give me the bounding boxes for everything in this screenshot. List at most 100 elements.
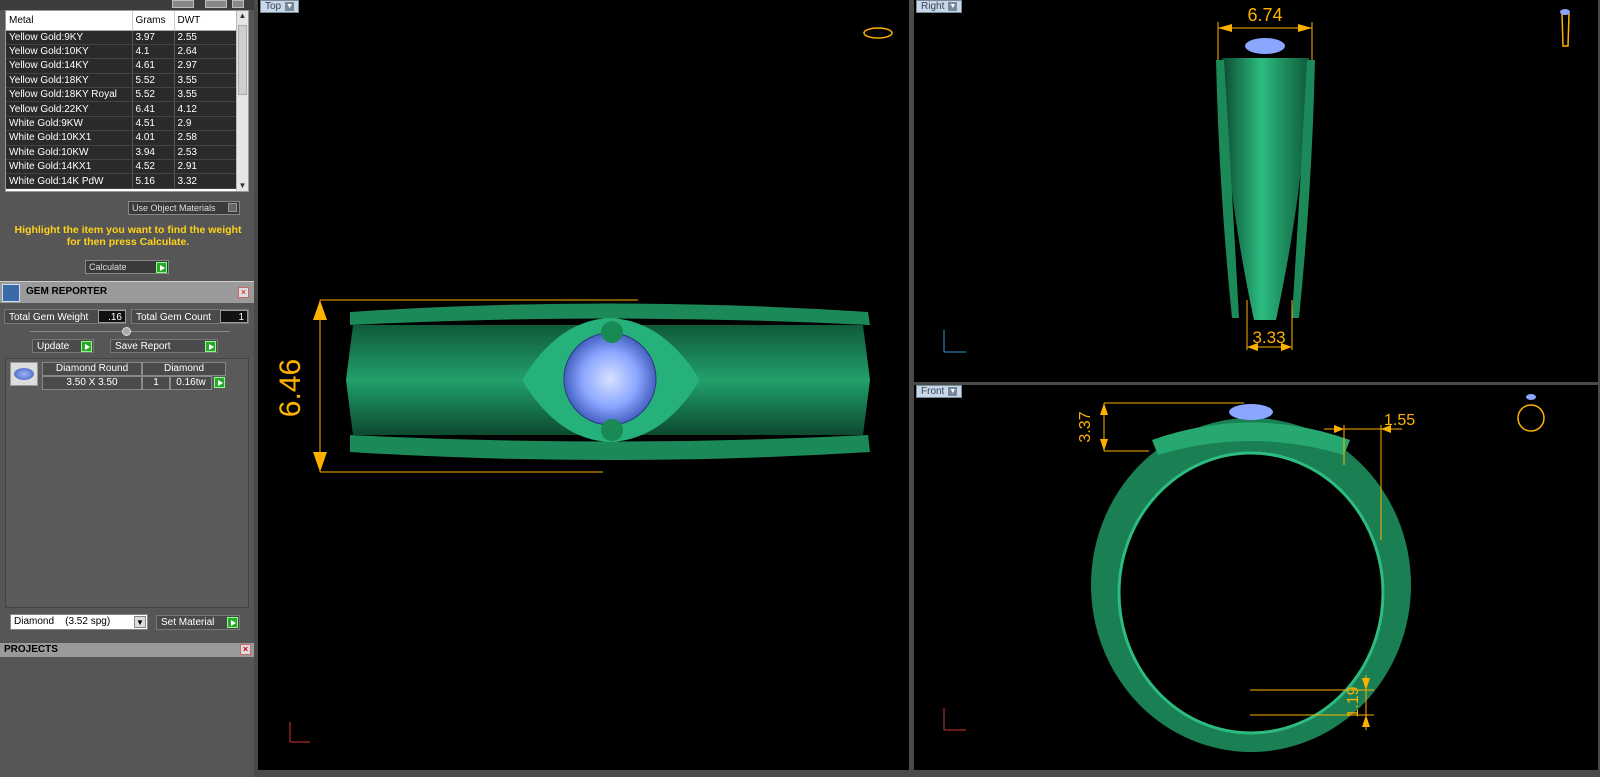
viewport-tab-front[interactable]: Front ▼ xyxy=(916,385,963,398)
dim-label-bottom: 3.33 xyxy=(1252,328,1285,347)
axis-icon xyxy=(943,330,966,353)
dwt-cell: 3.55 xyxy=(174,87,238,103)
play-arrow-icon xyxy=(156,262,167,273)
grams-cell: 6.41 xyxy=(132,101,175,117)
material-select[interactable]: Diamond (3.52 spg) ▼ xyxy=(10,614,148,630)
table-row[interactable]: Yellow Gold:22KY 6.41 4.12 xyxy=(6,101,238,117)
top-view-canvas: 6.46 xyxy=(274,27,893,743)
gem-list[interactable]: Diamond Round Diamond 3.50 X 3.50 1 0.16… xyxy=(5,358,249,608)
viewport-right[interactable]: 6.74 3.33 Right ▼ xyxy=(914,0,1598,382)
table-row[interactable]: Yellow Gold:18KY 5.52 3.55 xyxy=(6,73,238,89)
close-icon[interactable]: × xyxy=(240,644,251,655)
col-header-metal[interactable]: Metal xyxy=(6,11,133,31)
col-header-dwt[interactable]: DWT xyxy=(174,11,238,31)
play-arrow-icon xyxy=(214,377,225,388)
dwt-cell: 2.53 xyxy=(174,145,238,161)
front-view-canvas: 3.37 1.55 1.19 xyxy=(943,394,1545,752)
grams-cell: 3.94 xyxy=(132,145,175,161)
collapse-handle[interactable] xyxy=(122,327,131,336)
table-row[interactable]: White Gold:14KX1 4.52 2.91 xyxy=(6,159,238,175)
play-arrow-icon xyxy=(81,341,92,352)
diamond-gem xyxy=(563,332,657,426)
axis-icon xyxy=(943,708,966,731)
update-button[interactable]: Update xyxy=(32,339,94,353)
set-material-label: Set Material xyxy=(161,617,215,628)
gem-reporter-title: GEM REPORTER xyxy=(26,286,108,297)
use-object-materials-button[interactable]: Use Object Materials xyxy=(128,201,240,215)
ring-front-view xyxy=(1091,404,1411,752)
save-report-button[interactable]: Save Report xyxy=(110,339,218,353)
gem-row-action[interactable] xyxy=(213,376,226,390)
scroll-up-icon[interactable]: ▲ xyxy=(238,11,247,21)
grams-cell: 5.52 xyxy=(132,87,175,103)
metal-weight-table[interactable]: Metal Grams DWT Yellow Gold:9KY 3.97 2.55 Y… xyxy=(5,10,249,192)
metal-name-cell: Yellow Gold:22KY xyxy=(6,101,133,117)
projects-header: PROJECTS × xyxy=(0,643,254,657)
ring-right-view xyxy=(1216,38,1315,320)
metal-name-cell: White Gold:10KW xyxy=(6,145,133,161)
ring-top-view xyxy=(346,303,870,460)
viewport-front[interactable]: 3.37 1.55 1.19 Front ▼ xyxy=(914,385,1598,770)
toolbar-button[interactable] xyxy=(172,0,194,8)
prong xyxy=(601,419,623,441)
dim-label-top: 6.74 xyxy=(1247,5,1282,25)
diamond-round-icon xyxy=(10,362,38,386)
metal-name-cell: Yellow Gold:18KY Royal xyxy=(6,87,133,103)
metal-name-cell: White Gold:14K PdW xyxy=(6,173,133,189)
chevron-down-icon[interactable]: ▼ xyxy=(134,616,146,628)
gem-name: Diamond Round xyxy=(42,362,142,376)
grams-cell: 4.52 xyxy=(132,159,175,175)
table-row[interactable]: White Gold:9KW 4.51 2.9 xyxy=(6,116,238,132)
gem-size: 3.50 X 3.50 xyxy=(42,376,142,390)
metal-name-cell: Yellow Gold:18KY xyxy=(6,73,133,89)
dwt-cell: 3.55 xyxy=(174,73,238,89)
gem-weight: 0.16tw xyxy=(170,376,212,390)
diamond-gem xyxy=(1229,404,1273,420)
dim-label-a: 3.37 xyxy=(1077,411,1094,442)
table-row[interactable]: Yellow Gold:9KY 3.97 2.55 xyxy=(6,30,238,45)
viewport-top[interactable]: 6.46 Top ▼ xyxy=(258,0,909,770)
toolbar-close-button[interactable] xyxy=(232,0,244,8)
chevron-down-icon[interactable]: ▼ xyxy=(285,1,295,11)
chevron-down-icon[interactable]: ▼ xyxy=(948,1,958,11)
calculate-button[interactable]: Calculate xyxy=(85,260,169,274)
table-row[interactable]: White Gold:14K PdW 5.16 3.32 xyxy=(6,173,238,189)
dwt-cell: 2.58 xyxy=(174,130,238,146)
table-row[interactable]: Yellow Gold:18KY Royal 5.52 3.55 xyxy=(6,87,238,103)
grams-cell: 5.52 xyxy=(132,73,175,89)
table-row[interactable]: Yellow Gold:10KY 4.1 2.64 xyxy=(6,44,238,60)
metal-name-cell: White Gold:10KX1 xyxy=(6,130,133,146)
dwt-cell: 2.55 xyxy=(174,30,238,45)
table-row[interactable]: White Gold:10KW 3.94 2.53 xyxy=(6,145,238,161)
viewport-tab-right[interactable]: Right ▼ xyxy=(916,0,963,13)
metal-name-cell: Yellow Gold:14KY xyxy=(6,58,133,74)
save-report-label: Save Report xyxy=(115,341,171,352)
viewport-front-label: Front xyxy=(921,386,945,397)
table-scrollbar[interactable]: ▲ ▼ xyxy=(236,11,248,191)
toolbar-button[interactable] xyxy=(205,0,227,8)
gem-reporter-header: GEM REPORTER × xyxy=(0,281,254,303)
viewport-tab-top[interactable]: Top ▼ xyxy=(260,0,300,13)
col-header-grams[interactable]: Grams xyxy=(132,11,175,31)
close-icon[interactable]: × xyxy=(238,287,249,298)
table-row[interactable]: Yellow Gold:14KY 4.61 2.97 xyxy=(6,58,238,74)
left-panel: Metal Grams DWT Yellow Gold:9KY 3.97 2.55 Y… xyxy=(0,0,254,777)
calculate-label: Calculate xyxy=(89,262,127,272)
grams-cell: 3.97 xyxy=(132,30,175,45)
ring-side-thumb-icon xyxy=(1560,9,1570,47)
ring-thumb-icon xyxy=(863,27,893,39)
gem-count: 1 xyxy=(142,376,170,390)
metal-name-cell: Yellow Gold:9KY xyxy=(6,30,133,45)
dim-label-b: 1.55 xyxy=(1384,412,1415,429)
dim-label-width: 6.46 xyxy=(274,359,307,417)
grams-cell: 4.51 xyxy=(132,116,175,132)
set-material-button[interactable]: Set Material xyxy=(156,615,240,630)
ring-front-thumb-icon xyxy=(1517,394,1545,432)
scroll-thumb[interactable] xyxy=(238,25,247,95)
prong xyxy=(601,321,623,343)
table-row[interactable]: White Gold:10KX1 4.01 2.58 xyxy=(6,130,238,146)
scroll-down-icon[interactable]: ▼ xyxy=(238,181,247,191)
chevron-down-icon[interactable]: ▼ xyxy=(948,386,958,396)
metal-name-cell: White Gold:9KW xyxy=(6,116,133,132)
right-view-canvas: 6.74 3.33 xyxy=(943,5,1570,353)
